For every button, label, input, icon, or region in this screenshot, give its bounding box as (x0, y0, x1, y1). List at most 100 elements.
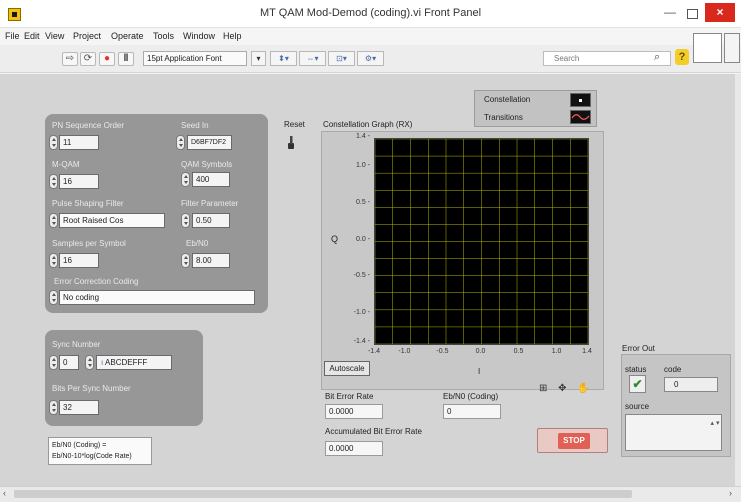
vertical-scrollbar[interactable] (735, 74, 741, 486)
menu-project[interactable]: Project (73, 31, 101, 41)
maximize-button[interactable] (683, 5, 701, 21)
scroll-right-arrow[interactable]: › (729, 488, 732, 498)
error-source-indicator (625, 414, 722, 451)
dot-marker-icon (579, 99, 582, 102)
reset-toggle-switch[interactable] (287, 136, 295, 150)
legend-transitions-swatch[interactable] (570, 110, 591, 124)
sync-radix-increment[interactable] (49, 355, 58, 370)
pn-order-field[interactable]: 11 (59, 135, 99, 150)
error-code-indicator: 0 (664, 377, 718, 392)
x-axis-label: I (478, 367, 481, 376)
font-dropdown-arrow[interactable]: ▾ (251, 51, 266, 66)
sync-number-increment[interactable] (85, 355, 94, 370)
bits-per-sync-field[interactable]: 32 (59, 400, 99, 415)
menu-tools[interactable]: Tools (153, 31, 174, 41)
ber-label: Bit Error Rate (325, 392, 374, 401)
m-qam-increment[interactable] (49, 174, 58, 189)
error-status-label: status (625, 365, 647, 374)
distribute-objects-icon[interactable]: ⇔▾ (299, 51, 326, 66)
plot-area[interactable] (374, 138, 589, 345)
legend-transitions-label: Transitions (484, 113, 523, 122)
pulse-filter-ring[interactable]: Root Raised Cos (59, 213, 165, 228)
accum-ber-label: Accumulated Bit Error Rate (325, 427, 422, 436)
x-tick-label: 0.0 (475, 348, 486, 355)
y-tick-label: 1.4 - (355, 133, 370, 140)
reorder-icon[interactable]: ⚙▾ (357, 51, 384, 66)
formula-note-line1: Eb/N0 (Coding) = (52, 442, 107, 449)
seed-in-field[interactable]: D6BF7DF2 (187, 135, 232, 150)
m-qam-field[interactable]: 16 (59, 174, 99, 189)
ecc-selector[interactable] (49, 290, 58, 305)
search-input[interactable]: Search (543, 51, 671, 66)
y-tick-label: -1.0 - (353, 308, 370, 316)
plot-grid (374, 138, 589, 345)
search-icon[interactable]: ⌕ (654, 51, 660, 64)
samples-per-symbol-increment[interactable] (49, 253, 58, 268)
seed-in-label: Seed In (181, 121, 209, 130)
menu-edit[interactable]: Edit (24, 31, 40, 41)
reset-label: Reset (284, 120, 305, 129)
stop-button-label: STOP (558, 433, 590, 449)
x-tick-label: 1.4 (582, 348, 592, 355)
ber-indicator: 0.0000 (325, 404, 383, 419)
ecc-ring[interactable]: No coding (59, 290, 255, 305)
align-objects-icon[interactable]: ⬍▾ (270, 51, 297, 66)
y-tick-label: -1.4 - (353, 338, 370, 345)
y-axis-label: Q (331, 234, 339, 244)
toggle-switch-icon (288, 136, 294, 149)
error-source-scrollbar[interactable]: ▴ ▾ (710, 416, 720, 449)
menu-view[interactable]: View (45, 31, 64, 41)
search-placeholder: Search (554, 54, 580, 63)
menu-file[interactable]: File (5, 31, 20, 41)
minimize-button[interactable]: — (661, 5, 679, 21)
sync-number-label: Sync Number (52, 340, 101, 349)
legend-constellation-label: Constellation (484, 95, 531, 104)
stop-button[interactable]: STOP (537, 428, 608, 453)
y-tick-label: 1.0 - (355, 162, 370, 170)
ecc-label: Error Correction Coding (54, 277, 139, 286)
eb-n0-coding-label: Eb/N0 (Coding) (443, 392, 499, 401)
filter-param-increment[interactable] (181, 213, 190, 228)
accum-ber-indicator: 0.0000 (325, 441, 383, 456)
font-selector[interactable]: 15pt Application Font (143, 51, 247, 66)
filter-param-field[interactable]: 0.50 (192, 213, 230, 228)
pn-order-label: PN Sequence Order (52, 121, 125, 130)
scroll-left-arrow[interactable]: ‹ (3, 488, 6, 498)
sync-number-field[interactable]: ı ABCDEFFF (96, 355, 172, 370)
error-source-label: source (625, 402, 650, 411)
pulse-filter-selector[interactable] (49, 213, 58, 228)
run-button[interactable]: ⇨ (62, 52, 78, 66)
error-out-label: Error Out (622, 344, 655, 353)
menu-help[interactable]: Help (223, 31, 242, 41)
bits-per-sync-increment[interactable] (49, 400, 58, 415)
help-icon[interactable]: ? (675, 49, 689, 65)
qam-symbols-field[interactable]: 400 (192, 172, 230, 187)
pulse-filter-label: Pulse Shaping Filter (52, 199, 124, 208)
run-continuously-button[interactable]: ⟳ (80, 52, 96, 66)
qam-symbols-label: QAM Symbols (181, 160, 233, 169)
menu-window[interactable]: Window (183, 31, 215, 41)
abort-button[interactable]: ● (99, 52, 115, 66)
sync-radix-field[interactable]: 0 (59, 355, 79, 370)
x-tick-label: -1.0 (398, 348, 411, 355)
samples-per-symbol-field[interactable]: 16 (59, 253, 99, 268)
graph-palette-tools[interactable]: ⊞ ✥ ✋ (539, 383, 597, 397)
horizontal-scroll-thumb[interactable] (14, 490, 632, 498)
legend-constellation-swatch[interactable] (570, 93, 591, 107)
resize-objects-icon[interactable]: ⊡▾ (328, 51, 355, 66)
x-tick-label: -1.4 (367, 348, 381, 355)
pn-order-increment[interactable] (49, 135, 58, 150)
seed-in-increment[interactable] (176, 135, 185, 150)
x-tick-label: 1.0 (551, 348, 562, 355)
autoscale-button[interactable]: Autoscale (324, 361, 370, 376)
window-title: MT QAM Mod-Demod (coding).vi Front Panel (259, 7, 482, 19)
check-icon: ✔ (632, 377, 643, 391)
pause-button[interactable]: ǁ (118, 52, 134, 66)
eb-n0-increment[interactable] (181, 253, 190, 268)
qam-symbols-increment[interactable] (181, 172, 190, 187)
eb-n0-field[interactable]: 8.00 (192, 253, 230, 268)
menu-operate[interactable]: Operate (111, 31, 144, 41)
eb-n0-coding-indicator: 0 (443, 404, 501, 419)
labview-app-icon (8, 8, 21, 21)
close-button[interactable]: × (705, 3, 735, 22)
